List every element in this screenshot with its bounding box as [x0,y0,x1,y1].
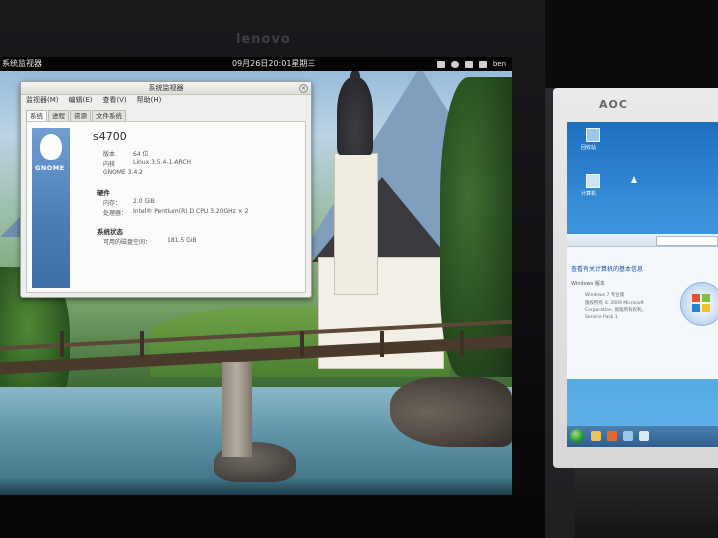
window-title[interactable]: 系统监视器 [21,82,311,95]
start-button[interactable] [570,429,584,443]
menu-edit[interactable]: 编辑(E) [69,95,93,106]
system-monitor-window: 系统监视器 × 监视器(M) 编辑(E) 查看(V) 帮助(H) 系统 进程 资… [20,81,312,298]
user-menu[interactable]: ben [493,57,506,71]
linux-desktop-screen: 系统监视器 09月26日20:01星期三 ben 系统监视器 × 监视器(M) … [0,57,512,495]
tree-right [440,77,512,377]
edition-label: Windows 版本 [571,281,605,287]
explorer-icon[interactable] [591,431,601,441]
desktop-icon-label: 计算机 [581,191,597,197]
church-spire [337,77,373,155]
gnome-top-bar: 系统监视器 09月26日20:01星期三 ben [0,57,512,71]
clock[interactable]: 09月26日20:01星期三 [232,57,315,71]
version-value: 64 位 [133,151,149,158]
menu-bar: 监视器(M) 编辑(E) 查看(V) 帮助(H) [21,95,316,106]
menu-help[interactable]: 帮助(H) [137,95,162,106]
recycle-bin-icon[interactable] [586,128,600,142]
church-roof [312,177,452,262]
menu-monitor[interactable]: 监视器(M) [26,95,59,106]
left-monitor: lenovo 系统监视器 09月26日20:01星期三 ben 系统监视器 × … [0,0,545,538]
right-monitor: AOC 回收站 计算机 查看有关计算机的基本信息 Windows 版本 Wind… [545,88,718,538]
computer-icon[interactable] [586,174,600,188]
mouse-cursor-icon [631,176,637,183]
cpu-label: 处理器： [103,210,128,217]
tab-processes[interactable]: 进程 [48,110,69,121]
memory-value: 2.0 GiB [133,198,155,205]
windows-logo-icon [680,282,718,326]
windows-taskbar [567,426,718,447]
hostname: s4700 [93,130,127,143]
disk-label: 可用的磁盘空间： [103,239,152,246]
flag-red [692,294,700,302]
system-tab-content: GNOME s4700 版本 64 位 内核 Linux 3.5.4-1-ARC… [26,121,306,293]
screen-vignette [0,477,512,495]
flag-blue [692,304,700,312]
media-player-icon[interactable] [607,431,617,441]
search-input[interactable] [656,236,718,246]
gnome-version: GNOME 3.4.2 [103,169,144,176]
disk-value: 181.5 GiB [167,237,197,244]
menu-view[interactable]: 查看(V) [102,95,126,106]
system-properties-window: 查看有关计算机的基本信息 Windows 版本 Windows 7 专业版 版权… [567,234,718,379]
bridge-post [60,331,64,357]
monitor-stand [575,468,718,538]
computer-task-icon[interactable] [623,431,633,441]
keyboard-icon[interactable] [436,60,445,68]
version-label: 版本 [103,151,116,158]
bridge-pillar [222,362,252,457]
bridge-post [380,331,384,357]
cpu-value: Intel® Pentium(R) D CPU 3.20GHz × 2 [133,208,249,215]
bridge-post [460,331,464,357]
windows-desktop-screen: 回收站 计算机 查看有关计算机的基本信息 Windows 版本 Windows … [567,122,718,447]
accessibility-icon[interactable] [450,60,459,68]
rocks [390,377,512,447]
flag-yellow [702,304,710,312]
hardware-heading: 硬件 [97,189,110,197]
copyright-line: Corporation. 保留所有权利。 [585,308,646,313]
gnome-logo-text: GNOME [35,164,65,172]
tab-filesystems[interactable]: 文件系统 [92,110,126,121]
network-icon[interactable] [464,60,473,68]
tab-system[interactable]: 系统 [26,110,47,121]
edition-line: Windows 7 专业版 [585,293,625,298]
tab-bar: 系统 进程 资源 文件系统 [26,110,126,121]
flag-green [702,294,710,302]
church-spire-tip [350,69,360,85]
activities-button[interactable]: 系统监视器 [2,57,42,71]
window-heading: 查看有关计算机的基本信息 [571,266,644,273]
gnome-logo: GNOME [32,128,70,288]
monitor-brand-logo: lenovo [236,32,291,47]
system-tray: ben [436,57,506,71]
volume-icon[interactable] [478,60,487,68]
window-task-icon[interactable] [639,431,649,441]
bridge-post [140,331,144,357]
gnome-foot-icon [40,134,62,160]
tab-resources[interactable]: 资源 [70,110,91,121]
desktop-icon-label: 回收站 [581,145,597,151]
monitor-brand-logo: AOC [599,98,628,111]
close-icon[interactable]: × [299,84,308,93]
kernel-label: 内核 [103,161,116,168]
church-tower [334,153,378,295]
address-bar[interactable] [567,234,718,247]
bridge-post [300,331,304,357]
memory-label: 内存： [103,200,122,207]
copyright-line: 版权所有 © 2009 Microsoft [585,301,644,306]
status-heading: 系统状态 [97,228,123,236]
kernel-value: Linux 3.5.4-1-ARCH [133,159,192,166]
service-pack-line: Service Pack 1 [585,315,618,320]
